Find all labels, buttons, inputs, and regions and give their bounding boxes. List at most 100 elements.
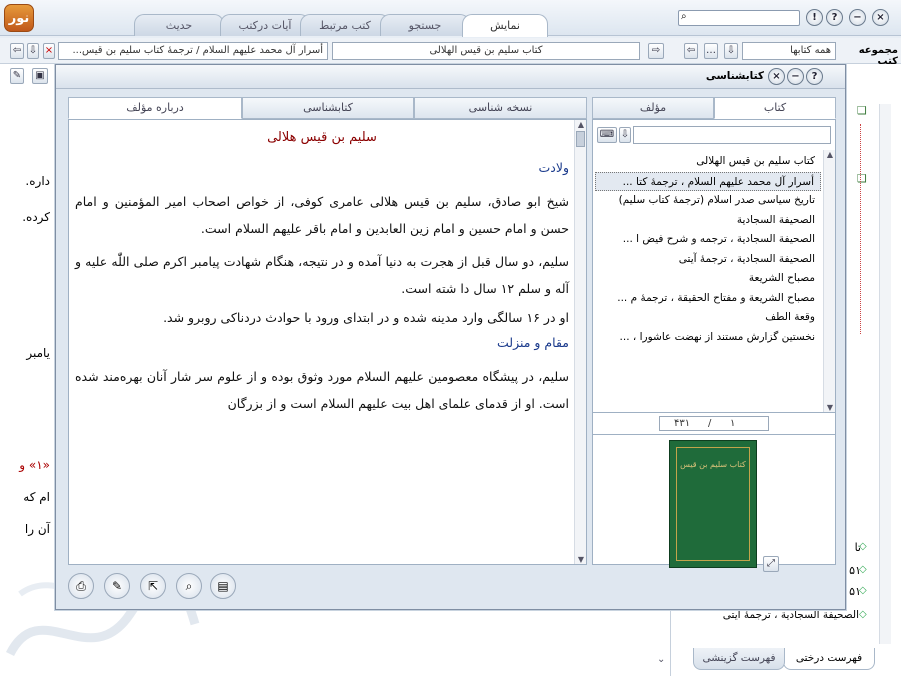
book-search-input[interactable] — [633, 126, 831, 144]
filter-dropdown-icon[interactable]: ⇩ — [619, 127, 631, 143]
minimize-button[interactable]: − — [849, 9, 866, 26]
info-button[interactable]: ! — [806, 9, 823, 26]
author-panel: ▲ ▼ سلیم بن قیس هلالی ولادت شیخ ابو صادق… — [68, 119, 587, 565]
print-button[interactable]: ⎙ — [68, 573, 94, 599]
tab-selective-index[interactable]: فهرست گزینشی — [693, 648, 785, 670]
content-scrollbar[interactable]: ▲ ▼ — [574, 120, 586, 564]
list-item[interactable]: مصباح الشریعة و مفتاح الحقیقة ، ترجمهٔ م… — [595, 289, 821, 309]
list-scrollbar[interactable]: ▲ ▼ — [823, 150, 835, 412]
copy-button[interactable]: ▤ — [210, 573, 236, 599]
dropdown-button[interactable]: ⇩ — [724, 43, 738, 59]
scroll-up-icon[interactable]: ▲ — [575, 120, 587, 129]
wrench-icon[interactable]: ✎ — [10, 68, 24, 84]
left-tab-strip: درباره مؤلف کتابشناسی نسخه شناسی — [68, 97, 587, 120]
book-icon: ◇ — [859, 585, 867, 596]
bibliography-dialog: × − ? کتابشناسی درباره مؤلف کتابشناسی نس… — [55, 64, 846, 610]
expand-icon[interactable]: ⤢ — [763, 556, 779, 572]
tab-related-books[interactable]: کتب مرتبط — [300, 14, 390, 36]
list-item[interactable]: تاریخ سیاسی صدر اسلام (ترجمهٔ کتاب سلیم) — [595, 191, 821, 211]
keyboard-icon[interactable]: ⌨ — [597, 127, 617, 143]
pager-total: ۴۳۱ — [674, 418, 691, 429]
scroll-up-icon[interactable]: ▲ — [824, 150, 836, 159]
book-cover: کتاب سلیم بن قیس — [669, 440, 757, 568]
scroll-down-icon[interactable]: ▼ — [824, 403, 836, 412]
list-item[interactable]: نخستین گزارش مستند از نهضت عاشورا ، ... — [595, 328, 821, 348]
section-heading: مقام و منزلت — [497, 335, 569, 350]
help-button[interactable]: ? — [826, 9, 843, 26]
find-button[interactable]: ⌕ — [176, 573, 202, 599]
edit-button[interactable]: ✎ — [104, 573, 130, 599]
pager[interactable]: ۱ / ۴۳۱ — [659, 416, 769, 431]
clear-icon[interactable]: × — [43, 43, 55, 59]
doc-fragment: داره. — [25, 174, 50, 188]
tab-search[interactable]: جستجو — [380, 14, 470, 36]
book-icon: ◇ — [859, 564, 867, 575]
magnifier-icon: ⌕ — [185, 579, 193, 593]
tab-verses-in-books[interactable]: آیات درکتب — [220, 14, 310, 36]
book-list-panel: ⌨ ⇩ کتاب سلیم بن قیس الهلالی أسرار آل مح… — [592, 119, 836, 572]
tree-scrollbar[interactable] — [879, 104, 891, 644]
search-input[interactable]: ⌕ — [678, 10, 800, 26]
tab-hadith[interactable]: حدیث — [134, 14, 224, 36]
book-icon: ◇ — [859, 609, 867, 620]
export-button[interactable]: ⇱ — [140, 573, 166, 599]
top-toolbar: نور حدیث آیات درکتب کتب مرتبط جستجو نمای… — [0, 0, 901, 37]
pencil-icon: ✎ — [111, 579, 123, 593]
paragraph: سلیم، در پیشگاه معصومین علیهم السلام مور… — [75, 369, 569, 411]
tab-author[interactable]: مؤلف — [592, 97, 714, 119]
list-item[interactable]: وقعة الطف — [595, 308, 821, 328]
book-icon: ❑ — [857, 104, 867, 117]
more-button[interactable]: … — [704, 43, 718, 59]
scroll-down-icon[interactable]: ▼ — [575, 555, 587, 564]
list-item[interactable]: مصباح الشریعة — [595, 269, 821, 289]
nav-forward-button[interactable]: ⇦ — [10, 43, 24, 59]
tab-manuscripts[interactable]: نسخه شناسی — [414, 97, 587, 119]
close-dialog-button[interactable]: × — [768, 68, 785, 85]
book-field[interactable]: کتاب سلیم بن قیس الهلالی — [332, 42, 640, 60]
minimize-dialog-button[interactable]: − — [787, 68, 804, 85]
printer-icon: ⎙ — [76, 579, 86, 593]
breadcrumb[interactable]: أسرار آل محمد علیهم السلام / ترجمهٔ کتاب… — [58, 42, 328, 60]
list-item[interactable]: الصحیفة السجادیة — [595, 211, 821, 231]
divider — [593, 434, 835, 435]
list-item[interactable]: أسرار آل محمد علیهم السلام ، ترجمهٔ کتا … — [595, 171, 821, 191]
tab-tree-index[interactable]: فهرست درختی — [783, 648, 875, 670]
tab-bibliography[interactable]: کتابشناسی — [242, 97, 414, 119]
author-content: سلیم بن قیس هلالی ولادت شیخ ابو صادق، سل… — [75, 130, 569, 417]
paragraph: او در ۱۶ سالگی وارد مدینه شده و در ابتدا… — [163, 310, 569, 325]
chevron-down-icon[interactable]: ⇩ — [27, 43, 39, 59]
doc-fragment: یامبر — [26, 346, 50, 360]
doc-fragment: «۱» و — [19, 458, 50, 472]
close-button[interactable]: × — [872, 9, 889, 26]
collapse-icon[interactable]: ⌄ — [657, 654, 677, 665]
book-icon: ◇ — [859, 541, 867, 552]
app-logo[interactable]: نور — [4, 4, 34, 32]
divider — [593, 412, 835, 413]
nav-back-button[interactable]: ⇨ — [648, 43, 664, 59]
list-item[interactable]: کتاب سلیم بن قیس الهلالی — [595, 152, 821, 172]
collection-select[interactable]: همه کتابها — [742, 42, 836, 60]
doc-fragment: کرده. — [22, 210, 50, 224]
paragraph: سلیم، دو سال قبل از هجرت به دنیا آمده و … — [75, 254, 569, 296]
pager-separator: / — [708, 418, 712, 429]
tab-about-author[interactable]: درباره مؤلف — [68, 97, 242, 119]
dialog-titlebar: × − ? کتابشناسی — [56, 65, 845, 89]
paragraph: شیخ ابو صادق، سلیم بن قیس هلالی عامری کو… — [75, 194, 569, 236]
tree-item[interactable]: الصحیفة السجادیة ، ترجمهٔ آیتی — [671, 609, 859, 621]
scroll-thumb[interactable] — [576, 131, 585, 147]
list-item[interactable]: الصحیفة السجادیة ، ترجمه و شرح فیض ا ... — [595, 230, 821, 250]
author-name: سلیم بن قیس هلالی — [267, 130, 377, 145]
tab-view[interactable]: نمایش — [462, 14, 548, 37]
section-heading: ولادت — [538, 160, 570, 175]
prev-button[interactable]: ⇦ — [684, 43, 698, 59]
list-item[interactable]: الصحیفة السجادیة ، ترجمهٔ آیتی — [595, 250, 821, 270]
right-tab-strip: مؤلف کتاب — [592, 97, 836, 120]
view-icon[interactable]: ▣ — [32, 68, 48, 84]
export-icon: ⇱ — [147, 579, 159, 593]
cover-title: کتاب سلیم بن قیس — [680, 460, 746, 469]
address-bar: ⇦ ⇩ × أسرار آل محمد علیهم السلام / ترجمه… — [0, 38, 901, 67]
book-list: کتاب سلیم بن قیس الهلالی أسرار آل محمد ع… — [595, 152, 821, 347]
tab-book[interactable]: کتاب — [714, 97, 836, 119]
help-dialog-button[interactable]: ? — [806, 68, 823, 85]
search-icon: ⌕ — [681, 11, 687, 22]
